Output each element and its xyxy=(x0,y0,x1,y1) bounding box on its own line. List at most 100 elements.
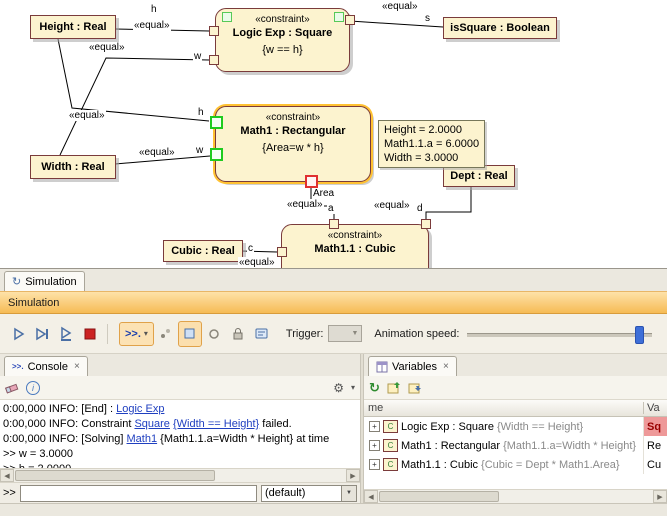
scrollbar-thumb[interactable] xyxy=(379,491,499,502)
connector-height-math1[interactable] xyxy=(58,39,209,121)
tab-console[interactable]: >>. Console × xyxy=(4,356,88,376)
log-link-square[interactable]: Square xyxy=(134,418,169,430)
log-link-math1[interactable]: Math1 xyxy=(127,433,158,445)
dropdown-arrow-icon[interactable]: ▼ xyxy=(341,486,356,501)
scroll-right-arrow-icon[interactable]: ▶ xyxy=(653,490,667,503)
cubic-block[interactable]: Cubic : Real xyxy=(163,240,243,262)
logicexp-h-port[interactable] xyxy=(209,26,219,36)
tab-variables[interactable]: Variables × xyxy=(368,356,457,376)
simulation-panel: ↻ Simulation Simulation xyxy=(0,268,667,516)
math1-area-port[interactable] xyxy=(305,175,318,188)
scroll-right-arrow-icon[interactable]: ▶ xyxy=(346,469,360,482)
step-over-icon xyxy=(58,326,74,342)
step-over-button[interactable] xyxy=(54,321,78,347)
logicexp-corner-port-right[interactable] xyxy=(334,12,344,22)
terminate-button[interactable] xyxy=(78,321,102,347)
row-value: Sq xyxy=(643,417,667,436)
console-context-dropdown[interactable]: (default) ▼ xyxy=(261,485,357,502)
value-column-header[interactable]: Va xyxy=(643,402,667,414)
panel-split-area: >>. Console × i ⚙ ▾ xyxy=(0,354,667,503)
math1-h-port[interactable] xyxy=(210,116,223,129)
scroll-left-arrow-icon[interactable]: ◀ xyxy=(0,469,14,482)
width-block[interactable]: Width : Real xyxy=(30,155,116,179)
tab-simulation[interactable]: ↻ Simulation xyxy=(4,271,85,291)
scrollbar-thumb[interactable] xyxy=(15,470,215,481)
export-icon[interactable] xyxy=(408,381,422,395)
console-horizontal-scrollbar[interactable]: ◀ ▶ xyxy=(0,468,360,482)
variables-table-header[interactable]: me Va xyxy=(364,400,667,417)
console-log[interactable]: 0:00,000 INFO: [End] : Logic Exp 0:00,00… xyxy=(0,400,360,468)
table-row[interactable]: + C Logic Exp : Square {Width == Height}… xyxy=(364,417,667,436)
logic-exp-constraint-block[interactable]: «constraint» Logic Exp : Square {w == h} xyxy=(215,8,350,72)
slider-track xyxy=(467,333,652,337)
logicexp-corner-port-left[interactable] xyxy=(222,12,232,22)
panel-header[interactable]: Simulation xyxy=(0,291,667,314)
refresh-icon[interactable]: ↻ xyxy=(369,381,380,394)
connector-dept-math11[interactable] xyxy=(426,187,471,221)
logic-exp-stereotype: «constraint» xyxy=(216,13,349,26)
runtime-value-width: Width = 3.0000 xyxy=(384,151,479,165)
log-text: failed. xyxy=(259,418,291,430)
math1-w-port[interactable] xyxy=(210,148,223,161)
select-columns-icon[interactable] xyxy=(387,381,401,395)
math11-d-port[interactable] xyxy=(421,219,431,229)
close-icon[interactable]: × xyxy=(74,361,80,372)
gear-icon[interactable]: ⚙ xyxy=(333,382,344,394)
log-text: 0:00,000 INFO: Constraint xyxy=(3,418,134,430)
log-line: >> w = 3.0000 xyxy=(3,447,357,462)
application-window: Height : Real isSquare : Boolean Width :… xyxy=(0,0,667,516)
expand-toggle-icon[interactable]: + xyxy=(369,440,380,451)
info-icon[interactable]: i xyxy=(26,381,40,395)
row-spec: {Cubic = Dept * Math1.Area} xyxy=(481,459,620,471)
gear-menu-caret-icon[interactable]: ▾ xyxy=(351,384,355,392)
table-row[interactable]: + C Math1 : Rectangular {Math1.1.a=Width… xyxy=(364,436,667,455)
math11-constraint-block[interactable]: «constraint» Math1.1 : Cubic xyxy=(281,224,429,268)
step-into-icon xyxy=(34,326,50,342)
animation-speed-slider[interactable] xyxy=(467,323,652,345)
logicexp-w-port[interactable] xyxy=(209,55,219,65)
math11-stereotype: «constraint» xyxy=(282,229,428,242)
dept-block[interactable]: Dept : Real xyxy=(443,165,515,187)
row-name: Logic Exp : Square xyxy=(401,421,494,433)
log-text: 0:00,000 INFO: [Solving] xyxy=(3,433,127,445)
diagram-canvas[interactable]: Height : Real isSquare : Boolean Width :… xyxy=(0,0,667,268)
name-column-header[interactable]: me xyxy=(364,402,643,414)
open-diagram-button[interactable] xyxy=(250,321,274,347)
math11-c-port[interactable] xyxy=(277,247,287,257)
console-input[interactable] xyxy=(20,485,257,502)
logicexp-s-port[interactable] xyxy=(345,15,355,25)
table-row[interactable]: + C Math1.1 : Cubic {Cubic = Dept * Math… xyxy=(364,455,667,474)
record-toggle-button[interactable] xyxy=(202,321,226,347)
equal-label-5: «equal» xyxy=(381,1,419,12)
tokens-icon xyxy=(158,326,174,342)
close-icon[interactable]: × xyxy=(443,361,449,372)
log-link-constraint-spec[interactable]: {Width == Height} xyxy=(173,418,259,430)
expand-toggle-icon[interactable]: + xyxy=(369,421,380,432)
tab-console-label: Console xyxy=(28,361,68,373)
issquare-block[interactable]: isSquare : Boolean xyxy=(443,17,557,39)
scroll-left-arrow-icon[interactable]: ◀ xyxy=(364,490,378,503)
variables-horizontal-scrollbar[interactable]: ◀ ▶ xyxy=(364,489,667,503)
lock-button[interactable] xyxy=(226,321,250,347)
height-block[interactable]: Height : Real xyxy=(30,15,116,39)
console-toggle-button[interactable]: >>. ▾ xyxy=(119,322,154,346)
runtime-values-box[interactable]: Height = 2.0000 Math1.1.a = 6.0000 Width… xyxy=(378,120,485,168)
height-block-label: Height : Real xyxy=(39,21,106,33)
connector-width-logicexp[interactable] xyxy=(60,58,209,155)
animation-toggle-button[interactable] xyxy=(178,321,202,347)
math1-constraint-block[interactable]: «constraint» Math1 : Rectangular {Area=w… xyxy=(215,106,371,182)
tokens-toggle-button[interactable] xyxy=(154,321,178,347)
expand-toggle-icon[interactable]: + xyxy=(369,459,380,470)
step-into-button[interactable] xyxy=(30,321,54,347)
math1-spec: {Area=w * h} xyxy=(216,142,370,155)
math11-a-port[interactable] xyxy=(329,219,339,229)
log-link-logic-exp[interactable]: Logic Exp xyxy=(116,403,164,415)
log-text: {Math1.1.a=Width * Height} at time xyxy=(157,433,329,445)
run-button[interactable] xyxy=(6,321,30,347)
trigger-dropdown-arrow-icon: ▼ xyxy=(351,330,358,337)
constraint-block-icon: C xyxy=(383,458,398,471)
slider-handle[interactable] xyxy=(635,326,644,344)
clear-console-icon[interactable] xyxy=(5,381,19,395)
equal-label-3: «equal» xyxy=(68,110,106,121)
trigger-dropdown[interactable]: ▼ xyxy=(328,325,362,342)
